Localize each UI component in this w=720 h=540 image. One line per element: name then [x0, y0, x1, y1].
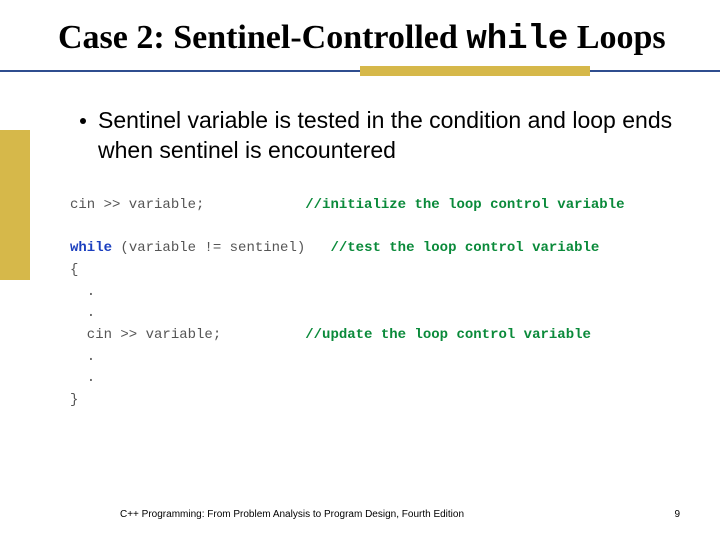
title-mono: while [466, 21, 568, 59]
slide-title: Case 2: Sentinel-Controlled while Loops [58, 18, 720, 60]
code-l2pad [305, 240, 330, 256]
code-l7: . [70, 347, 720, 369]
rule-gold-bar [360, 66, 590, 76]
code-l1pad [204, 197, 305, 213]
footer-text: C++ Programming: From Problem Analysis t… [120, 509, 464, 520]
bullet-text: Sentinel variable is tested in the condi… [98, 106, 680, 165]
code-l2a: while [70, 240, 112, 256]
code-l9: } [70, 390, 720, 412]
code-l6a: cin >> variable; [70, 327, 221, 343]
bullet-dot-icon [80, 118, 86, 124]
code-l6c: //update the loop control variable [305, 327, 591, 343]
code-l6pad [221, 327, 305, 343]
code-l1a: cin >> variable; [70, 197, 204, 213]
title-rule [0, 64, 720, 82]
code-l1c: //initialize the loop control variable [305, 197, 624, 213]
code-l5: . [70, 303, 720, 325]
title-suffix: Loops [568, 19, 665, 56]
code-l2b: (variable != sentinel) [112, 240, 305, 256]
code-l2c: //test the loop control variable [330, 240, 599, 256]
page-number: 9 [674, 509, 680, 520]
code-l8: . [70, 368, 720, 390]
code-l4: . [70, 282, 720, 304]
title-prefix: Case 2: Sentinel-Controlled [58, 19, 466, 56]
code-blank [70, 217, 720, 239]
code-block: cin >> variable; //initialize the loop c… [0, 165, 720, 412]
bullet-block: Sentinel variable is tested in the condi… [0, 82, 720, 165]
side-gold-bar [0, 130, 30, 280]
footer: C++ Programming: From Problem Analysis t… [0, 509, 720, 520]
code-l3: { [70, 260, 720, 282]
